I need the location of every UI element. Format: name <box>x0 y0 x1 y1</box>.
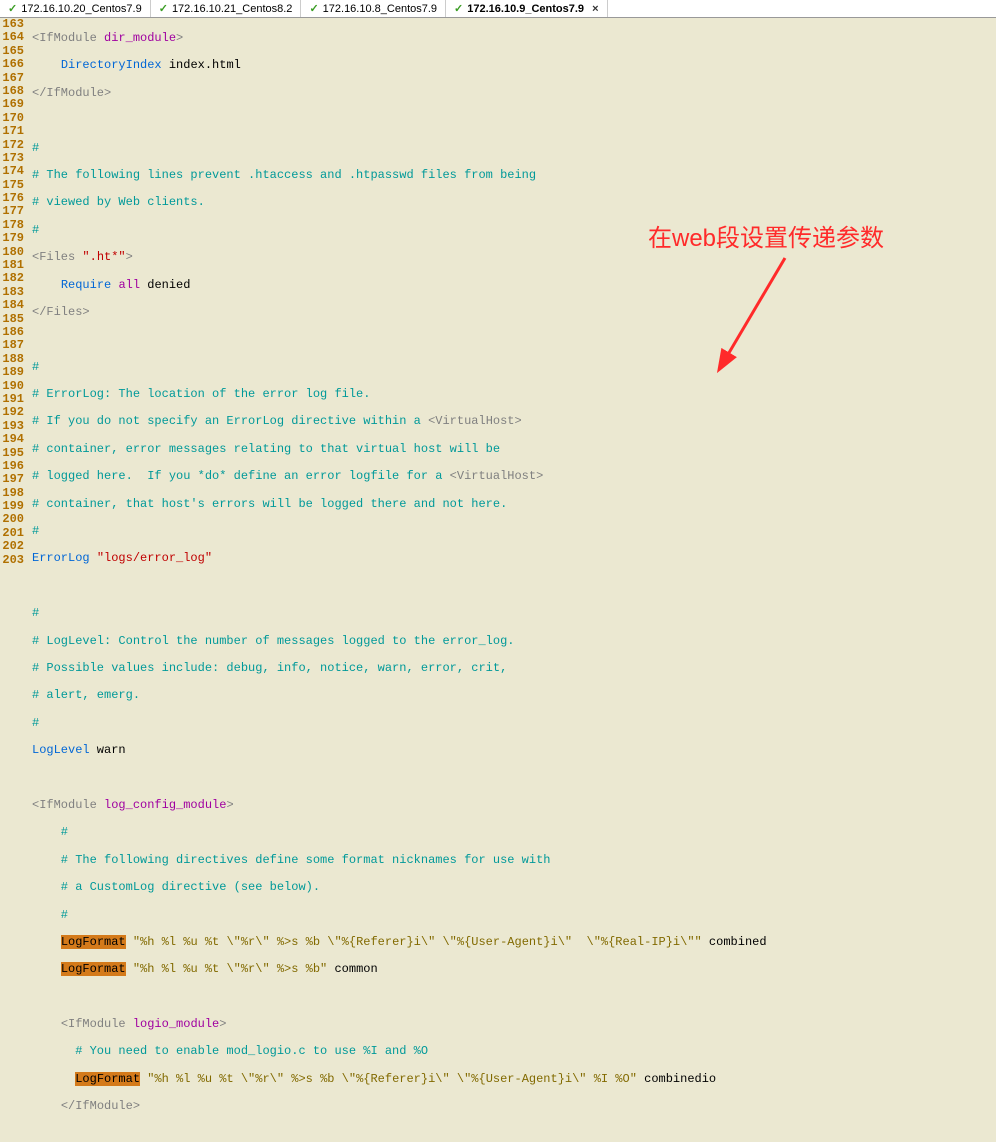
code-line: LogFormat "%h %l %u %t \"%r\" %>s %b \"%… <box>32 1073 996 1086</box>
code-line: # container, that host's errors will be … <box>32 498 996 511</box>
code-line: # Possible values include: debug, info, … <box>32 662 996 675</box>
code-line: DirectoryIndex index.html <box>32 59 996 72</box>
code-line: ErrorLog "logs/error_log" <box>32 552 996 565</box>
code-line: # ErrorLog: The location of the error lo… <box>32 388 996 401</box>
tab-label: 172.16.10.21_Centos8.2 <box>172 3 293 15</box>
code-line: # <box>32 142 996 155</box>
code-line: LogFormat "%h %l %u %t \"%r\" %>s %b" co… <box>32 963 996 976</box>
code-line: # a CustomLog directive (see below). <box>32 881 996 894</box>
code-line: LogFormat "%h %l %u %t \"%r\" %>s %b \"%… <box>32 936 996 949</box>
code-line: # You need to enable mod_logio.c to use … <box>32 1045 996 1058</box>
code-line: </IfModule> <box>32 87 996 100</box>
code-line: # container, error messages relating to … <box>32 443 996 456</box>
check-icon: ✓ <box>309 2 318 15</box>
code-area[interactable]: <IfModule dir_module> DirectoryIndex ind… <box>28 18 996 571</box>
close-icon[interactable]: × <box>592 3 598 15</box>
code-line <box>32 1128 996 1141</box>
code-line: LogLevel warn <box>32 744 996 757</box>
check-icon: ✓ <box>159 2 168 15</box>
check-icon: ✓ <box>8 2 17 15</box>
code-line: </Files> <box>32 306 996 319</box>
code-line: # <box>32 909 996 922</box>
tab-host-21[interactable]: ✓ 172.16.10.21_Centos8.2 <box>151 0 302 17</box>
line-number-gutter: 1631641651661671681691701711721731741751… <box>0 18 28 571</box>
code-editor[interactable]: 1631641651661671681691701711721731741751… <box>0 18 996 571</box>
code-line: <IfModule logio_module> <box>32 1018 996 1031</box>
code-line: # LogLevel: Control the number of messag… <box>32 635 996 648</box>
tab-host-8[interactable]: ✓ 172.16.10.8_Centos7.9 <box>301 0 446 17</box>
code-line: <Files ".ht*"> <box>32 251 996 264</box>
code-line: <IfModule log_config_module> <box>32 799 996 812</box>
code-line <box>32 580 996 593</box>
code-line: # If you do not specify an ErrorLog dire… <box>32 415 996 428</box>
code-line: <IfModule dir_module> <box>32 32 996 45</box>
code-line: # alert, emerg. <box>32 689 996 702</box>
code-line: # viewed by Web clients. <box>32 196 996 209</box>
code-line: # <box>32 717 996 730</box>
tab-label: 172.16.10.8_Centos7.9 <box>323 3 437 15</box>
code-line: </IfModule> <box>32 1100 996 1113</box>
code-line: # <box>32 607 996 620</box>
code-line: Require all denied <box>32 279 996 292</box>
code-line: # logged here. If you *do* define an err… <box>32 470 996 483</box>
code-line: # The following directives define some f… <box>32 854 996 867</box>
code-line: # The following lines prevent .htaccess … <box>32 169 996 182</box>
code-line: # <box>32 525 996 538</box>
tab-host-20[interactable]: ✓ 172.16.10.20_Centos7.9 <box>0 0 151 17</box>
check-icon: ✓ <box>454 2 463 15</box>
tab-label: 172.16.10.9_Centos7.9 <box>467 3 584 15</box>
tab-bar: ✓ 172.16.10.20_Centos7.9 ✓ 172.16.10.21_Ce… <box>0 0 996 18</box>
code-line <box>32 772 996 785</box>
code-line: # <box>32 826 996 839</box>
code-line: # <box>32 361 996 374</box>
code-line <box>32 991 996 1004</box>
tab-label: 172.16.10.20_Centos7.9 <box>21 3 142 15</box>
code-line <box>32 333 996 346</box>
tab-host-9[interactable]: ✓ 172.16.10.9_Centos7.9 × <box>446 0 607 17</box>
code-line <box>32 114 996 127</box>
code-line: # <box>32 224 996 237</box>
